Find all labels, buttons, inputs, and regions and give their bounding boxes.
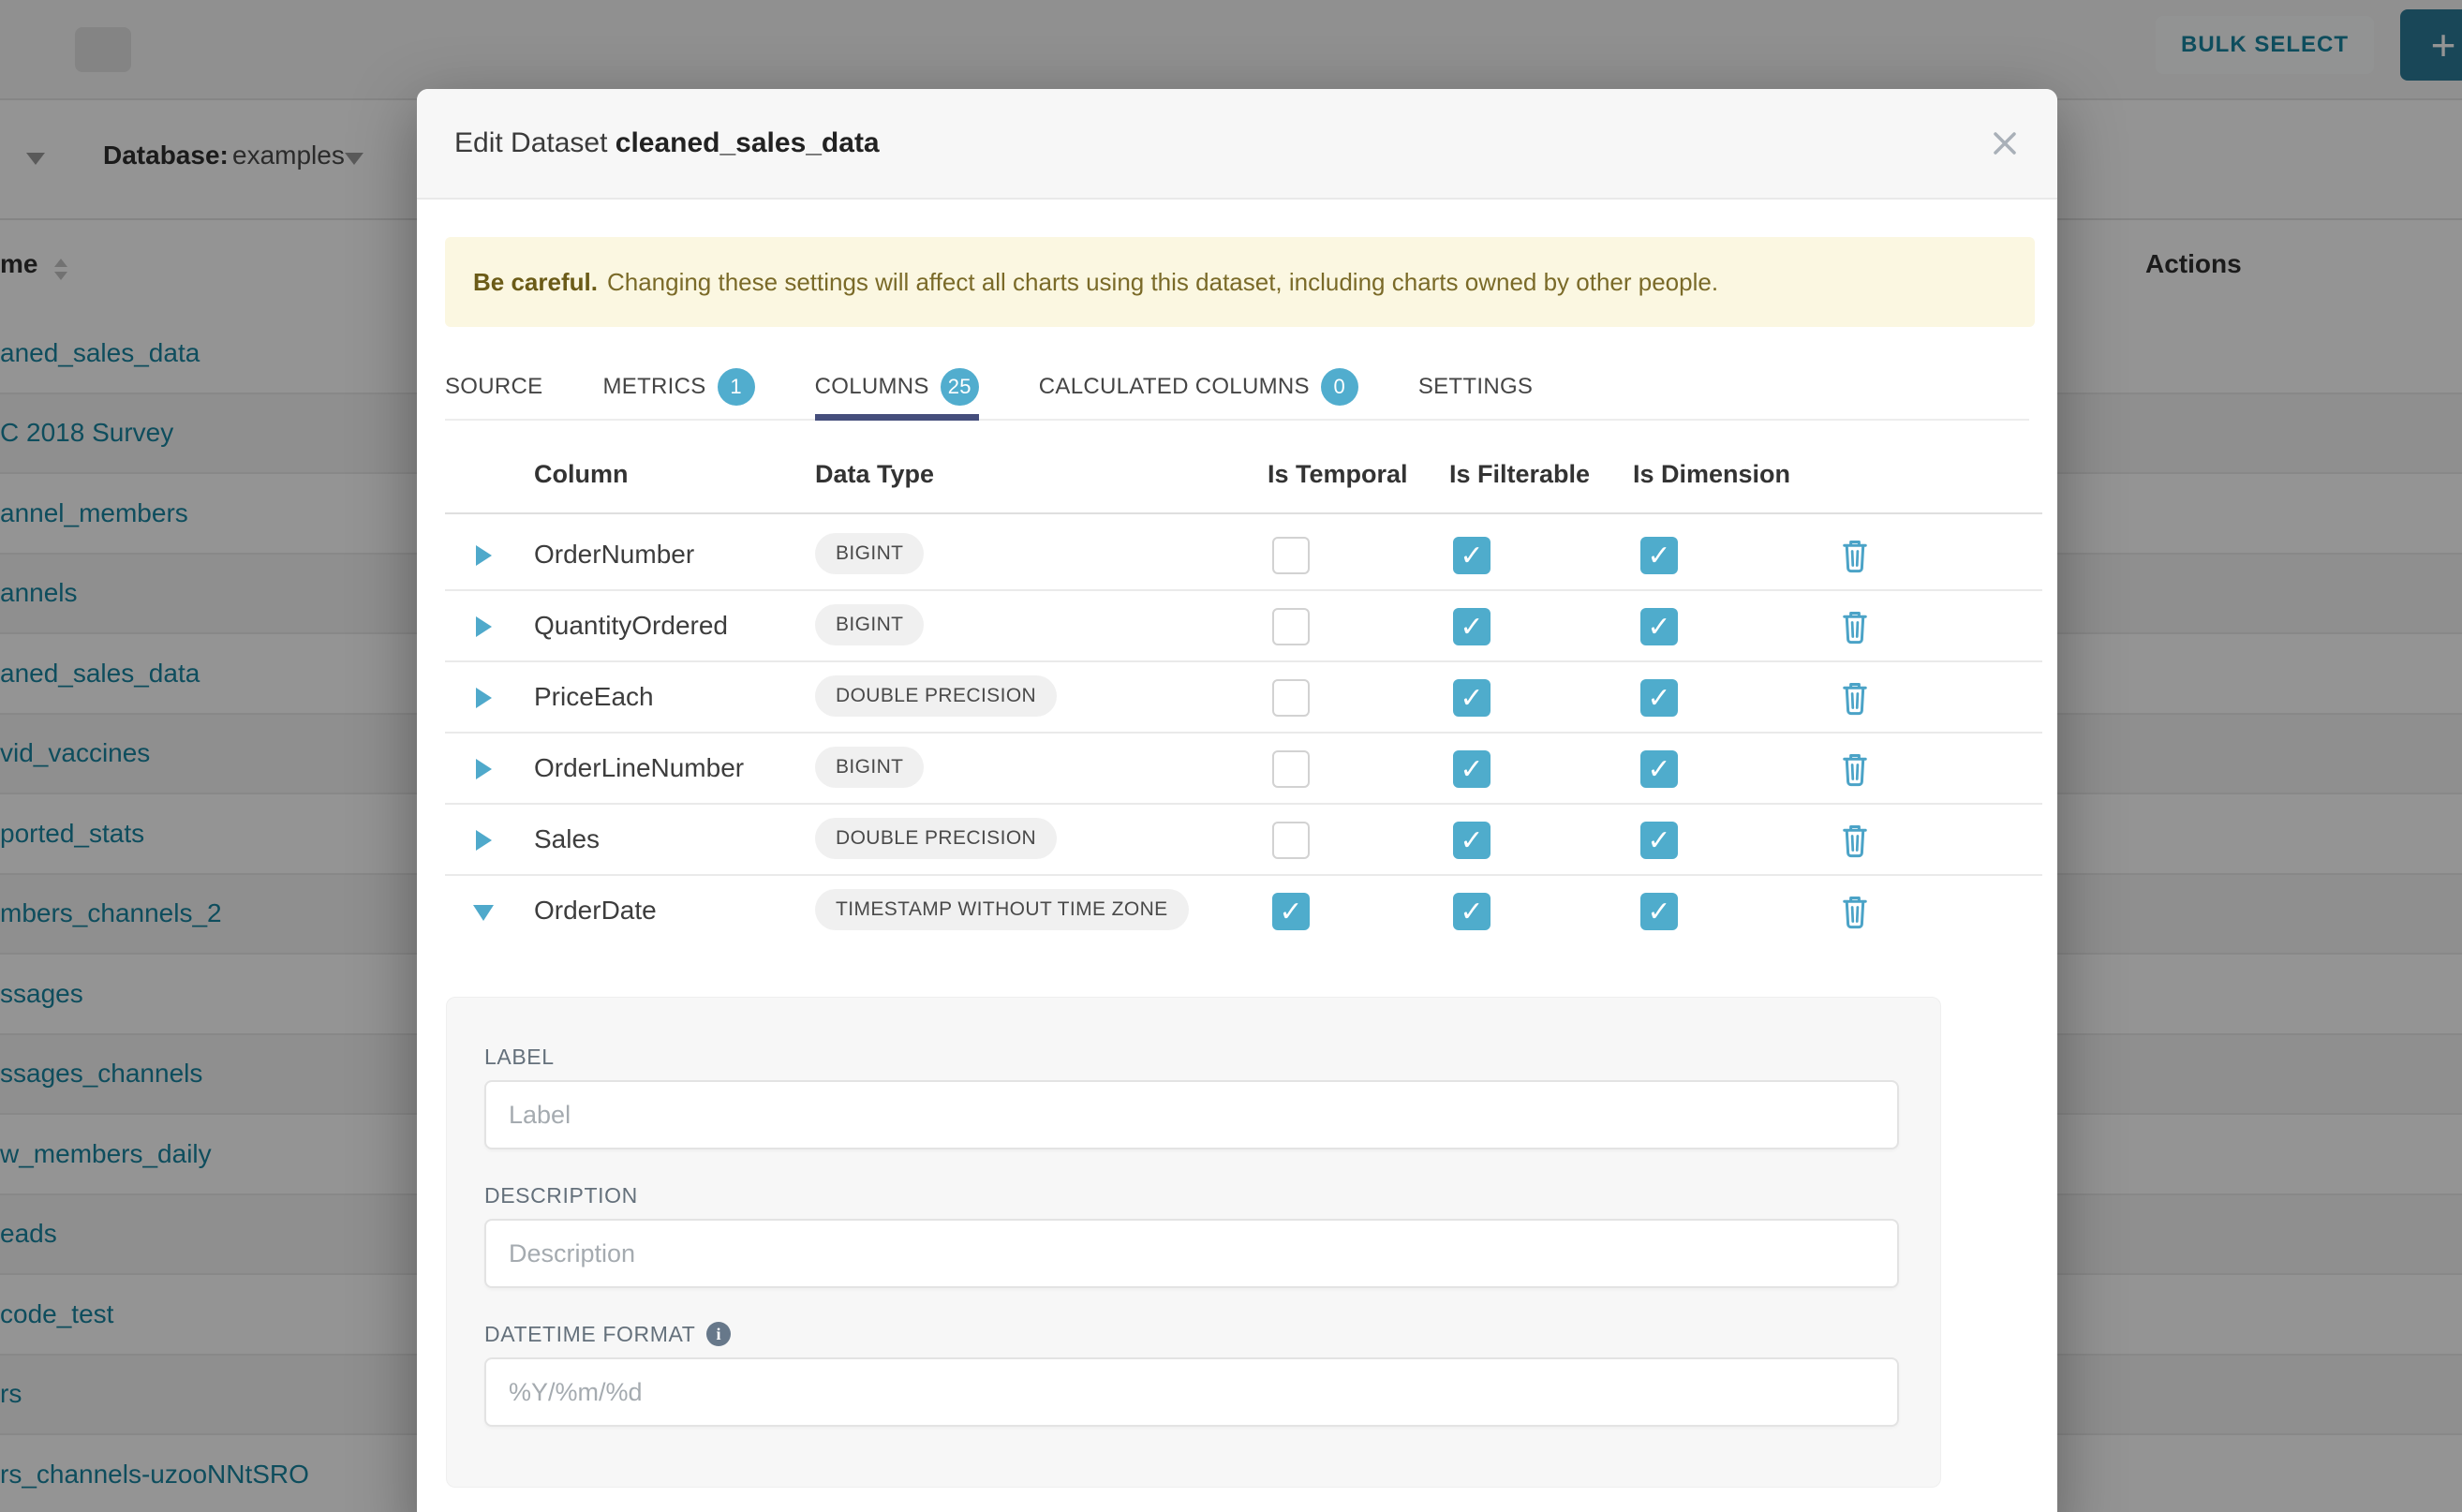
is-dimension-checkbox[interactable] — [1640, 822, 1678, 859]
columns-table-rows: OrderNumber BIGINT QuantityOrdered BIGIN… — [445, 520, 2042, 947]
tab-count-badge: 0 — [1321, 368, 1358, 406]
data-type-chip: DOUBLE PRECISION — [815, 818, 1057, 859]
warning-banner: Be careful. Changing these settings will… — [445, 237, 2035, 327]
is-filterable-checkbox[interactable] — [1453, 750, 1491, 788]
expand-caret-icon[interactable] — [476, 688, 492, 708]
is-filterable-checkbox[interactable] — [1453, 679, 1491, 717]
field-label: LABEL — [484, 1044, 1899, 1070]
column-row: Sales DOUBLE PRECISION — [445, 805, 2042, 876]
tab-label: SETTINGS — [1418, 374, 1533, 400]
is-filterable-checkbox[interactable] — [1453, 822, 1491, 859]
trash-icon[interactable] — [1841, 610, 1869, 645]
column-header: Column — [534, 460, 629, 489]
column-row: OrderLineNumber BIGINT — [445, 734, 2042, 805]
field-label-text: LABEL — [484, 1044, 555, 1070]
is-dimension-checkbox[interactable] — [1640, 750, 1678, 788]
trash-icon[interactable] — [1841, 681, 1869, 716]
columns-table-header: Column Data Type Is Temporal Is Filterab… — [445, 449, 2042, 514]
tab-count-badge: 25 — [941, 368, 979, 406]
tab-label: CALCULATED COLUMNS — [1039, 374, 1310, 400]
data-type-chip: BIGINT — [815, 747, 924, 788]
column-name: OrderNumber — [534, 540, 694, 570]
is-temporal-header: Is Temporal — [1268, 460, 1408, 489]
trash-icon[interactable] — [1841, 823, 1869, 858]
field-label: DESCRIPTION — [484, 1182, 1899, 1208]
is-filterable-checkbox[interactable] — [1453, 537, 1491, 574]
data-type-chip: BIGINT — [815, 533, 924, 574]
is-temporal-checkbox[interactable] — [1272, 822, 1310, 859]
warning-bold-text: Be careful. — [473, 268, 598, 297]
info-icon[interactable] — [706, 1322, 731, 1346]
field-input[interactable] — [484, 1219, 1899, 1288]
data-type-chip: TIMESTAMP WITHOUT TIME ZONE — [815, 889, 1189, 930]
expand-caret-icon[interactable] — [473, 905, 494, 921]
expand-caret-icon[interactable] — [476, 830, 492, 851]
modal-title: Edit Dataset cleaned_sales_data — [454, 127, 880, 159]
is-dimension-checkbox[interactable] — [1640, 537, 1678, 574]
is-temporal-checkbox[interactable] — [1272, 893, 1310, 930]
data-type-chip: BIGINT — [815, 604, 924, 645]
form-field: LABEL — [484, 1044, 1899, 1149]
modal-tab[interactable]: SETTINGS — [1418, 355, 1533, 419]
column-row: PriceEach DOUBLE PRECISION — [445, 662, 2042, 734]
modal-tab[interactable]: METRICS 1 — [602, 355, 754, 419]
tab-label: SOURCE — [445, 374, 542, 400]
column-row: QuantityOrdered BIGINT — [445, 591, 2042, 662]
field-input[interactable] — [484, 1357, 1899, 1427]
close-icon[interactable] — [1990, 128, 2020, 158]
column-name: Sales — [534, 824, 600, 854]
expand-caret-icon[interactable] — [476, 616, 492, 637]
warning-text: Changing these settings will affect all … — [607, 268, 1718, 297]
data-type-chip: DOUBLE PRECISION — [815, 675, 1057, 717]
is-dimension-checkbox[interactable] — [1640, 893, 1678, 930]
modal-title-prefix: Edit Dataset — [454, 127, 607, 158]
is-filterable-header: Is Filterable — [1449, 460, 1590, 489]
field-label: DATETIME FORMAT — [484, 1321, 1899, 1347]
column-name: QuantityOrdered — [534, 611, 728, 641]
is-dimension-checkbox[interactable] — [1640, 608, 1678, 645]
trash-icon[interactable] — [1841, 752, 1869, 787]
modal-tab[interactable]: COLUMNS 25 — [815, 355, 979, 419]
trash-icon[interactable] — [1841, 895, 1869, 929]
column-name: OrderDate — [534, 896, 657, 926]
modal-tab[interactable]: CALCULATED COLUMNS 0 — [1039, 355, 1358, 419]
is-filterable-checkbox[interactable] — [1453, 608, 1491, 645]
tab-label: METRICS — [602, 374, 705, 400]
column-name: PriceEach — [534, 682, 654, 712]
is-temporal-checkbox[interactable] — [1272, 679, 1310, 717]
is-temporal-checkbox[interactable] — [1272, 537, 1310, 574]
field-label-text: DESCRIPTION — [484, 1182, 638, 1208]
data-type-header: Data Type — [815, 460, 934, 489]
column-name: OrderLineNumber — [534, 753, 744, 783]
expand-caret-icon[interactable] — [476, 545, 492, 566]
modal-title-dataset-name: cleaned_sales_data — [616, 127, 880, 158]
is-temporal-checkbox[interactable] — [1272, 750, 1310, 788]
is-dimension-header: Is Dimension — [1633, 460, 1790, 489]
modal-header: Edit Dataset cleaned_sales_data — [417, 89, 2057, 200]
column-row: OrderNumber BIGINT — [445, 520, 2042, 591]
edit-dataset-modal: Edit Dataset cleaned_sales_data Be caref… — [417, 89, 2057, 1512]
is-temporal-checkbox[interactable] — [1272, 608, 1310, 645]
field-input[interactable] — [484, 1080, 1899, 1149]
field-label-text: DATETIME FORMAT — [484, 1321, 695, 1347]
tab-count-badge: 1 — [718, 368, 755, 406]
tab-label: COLUMNS — [815, 374, 929, 400]
is-filterable-checkbox[interactable] — [1453, 893, 1491, 930]
modal-tab[interactable]: SOURCE — [445, 355, 542, 419]
is-dimension-checkbox[interactable] — [1640, 679, 1678, 717]
expand-caret-icon[interactable] — [476, 759, 492, 779]
column-row: OrderDate TIMESTAMP WITHOUT TIME ZONE — [445, 876, 2042, 947]
form-field: DESCRIPTION — [484, 1182, 1899, 1288]
column-detail-panel: LABEL DESCRIPTION DATETIME FORMAT — [446, 997, 1941, 1488]
form-field: DATETIME FORMAT — [484, 1321, 1899, 1427]
modal-tabs: SOURCE METRICS 1 COLUMNS 25 CALCULATED C… — [445, 355, 2029, 421]
trash-icon[interactable] — [1841, 539, 1869, 573]
